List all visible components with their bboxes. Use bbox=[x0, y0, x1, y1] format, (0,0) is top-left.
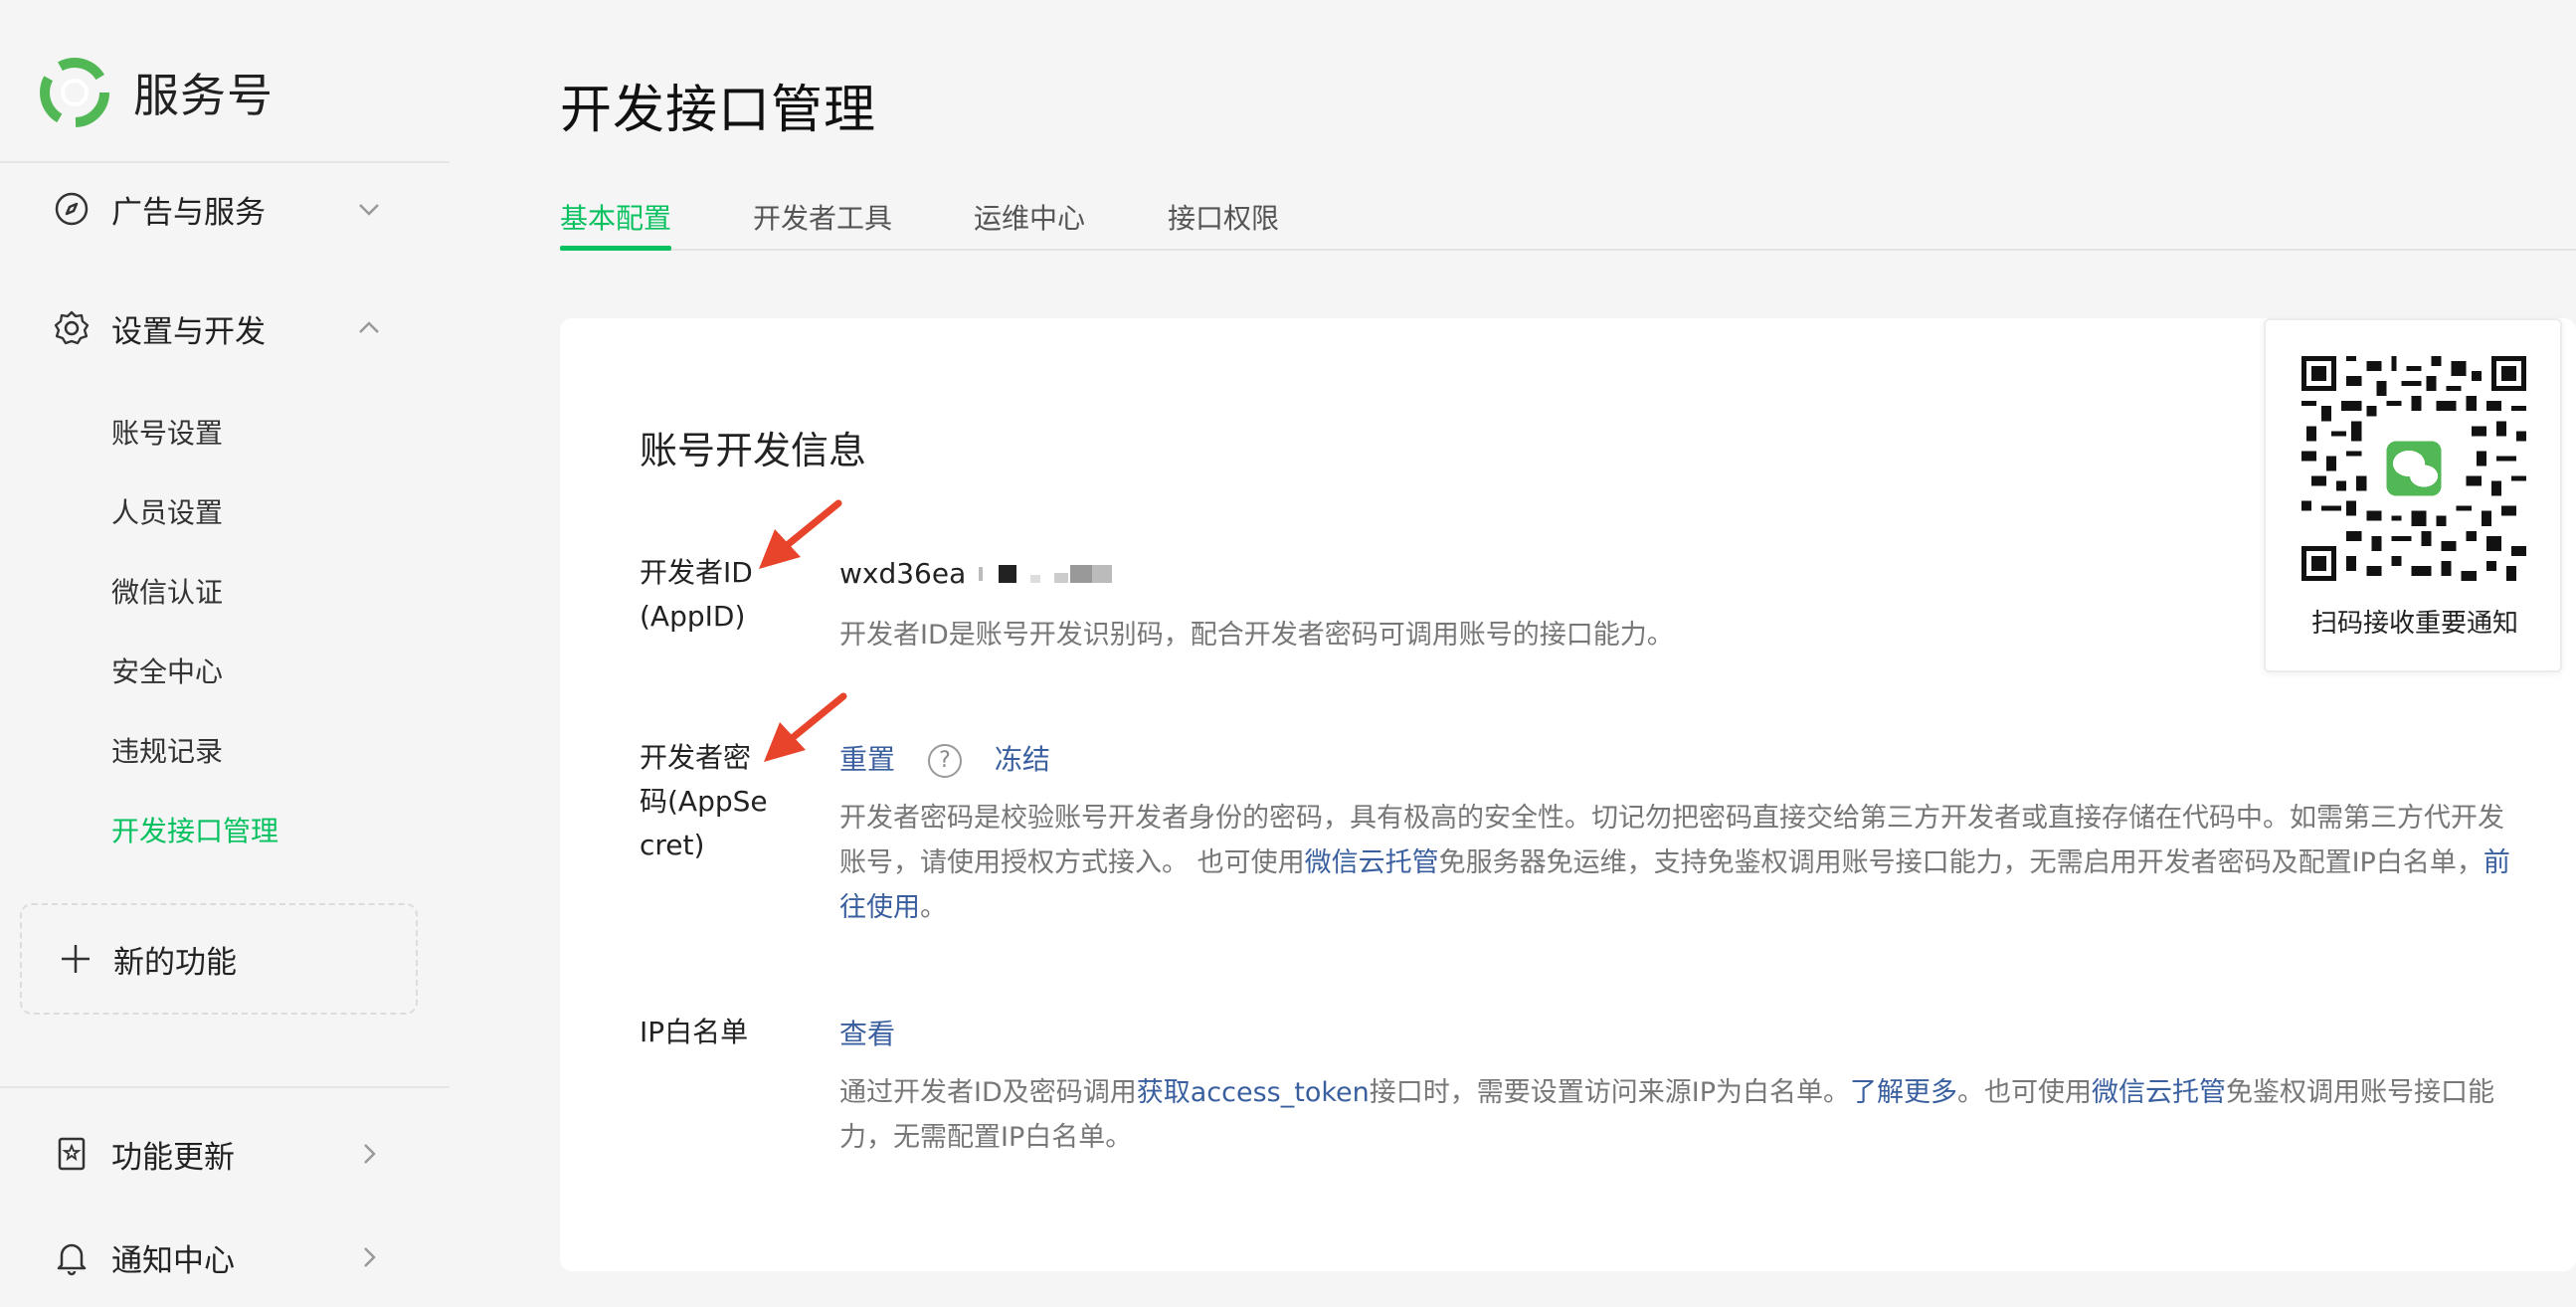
gear-icon bbox=[54, 310, 90, 345]
sidebar-item-security-center[interactable]: 安全中心 bbox=[111, 651, 223, 694]
nav-group-ads-services[interactable]: 广告与服务 bbox=[0, 169, 450, 249]
tab-interface-permissions[interactable]: 接口权限 bbox=[1168, 197, 1279, 249]
nav-item-label: 通知中心 bbox=[111, 1242, 235, 1279]
brand[interactable]: 服务号 bbox=[40, 56, 274, 129]
app-id-label-line: (AppID) bbox=[640, 600, 746, 633]
page-title: 开发接口管理 bbox=[560, 81, 877, 140]
new-function-button[interactable]: 新的功能 bbox=[20, 903, 418, 1015]
tab-developer-tools[interactable]: 开发者工具 bbox=[753, 197, 892, 249]
qr-code-icon bbox=[2301, 356, 2526, 581]
sidebar-item-wechat-verify[interactable]: 微信认证 bbox=[111, 571, 223, 615]
sidebar-item-dev-interface[interactable]: 开发接口管理 bbox=[111, 810, 278, 853]
nav-item-notification-center[interactable]: 通知中心 bbox=[0, 1217, 450, 1297]
desc-text: 接口时，需要设置访问来源IP为白名单。 bbox=[1369, 1077, 1850, 1108]
desc-text: 免服务器免运维，支持免鉴权调用账号接口能力，无需启用开发者密码及配置IP白名单， bbox=[1438, 847, 2484, 878]
sidebar-divider bbox=[0, 1086, 450, 1088]
sidebar-item-member-settings[interactable]: 人员设置 bbox=[111, 491, 223, 535]
wechat-cloud-hosting-link[interactable]: 微信云托管 bbox=[1305, 847, 1439, 878]
app-secret-description: 开发者密码是校验账号开发者身份的密码，具有极高的安全性。切记勿把密码直接交给第三… bbox=[839, 796, 2520, 930]
learn-more-link[interactable]: 了解更多 bbox=[1850, 1077, 1957, 1108]
sidebar-divider bbox=[0, 161, 450, 163]
chevron-right-icon bbox=[364, 1144, 376, 1164]
section-title: 账号开发信息 bbox=[640, 429, 867, 472]
redaction-blur bbox=[979, 565, 1113, 583]
nav-group-label: 广告与服务 bbox=[111, 194, 266, 231]
nav-item-label: 功能更新 bbox=[111, 1139, 235, 1176]
view-whitelist-link[interactable]: 查看 bbox=[839, 1018, 895, 1050]
chevron-up-icon bbox=[359, 321, 379, 333]
app-id-value: wxd36ea bbox=[839, 557, 1114, 590]
app-id-text: wxd36ea bbox=[839, 557, 967, 590]
nav-group-label: 设置与开发 bbox=[111, 313, 266, 350]
chevron-down-icon bbox=[359, 204, 379, 216]
nav-group-settings-dev[interactable]: 设置与开发 bbox=[0, 288, 450, 368]
tab-basic-config[interactable]: 基本配置 bbox=[560, 197, 672, 251]
help-icon[interactable]: ? bbox=[927, 744, 962, 778]
plus-icon bbox=[62, 945, 90, 973]
sidebar-item-violation-records[interactable]: 违规记录 bbox=[111, 730, 223, 774]
annotation-arrow-icon bbox=[759, 499, 842, 569]
ip-whitelist-label: IP白名单 bbox=[640, 1016, 749, 1048]
desc-text: 通过开发者ID及密码调用 bbox=[839, 1077, 1137, 1108]
update-book-icon bbox=[58, 1137, 86, 1171]
desc-text: 。 bbox=[920, 892, 947, 923]
wechat-cloud-hosting-link[interactable]: 微信云托管 bbox=[2092, 1077, 2226, 1108]
freeze-secret-link[interactable]: 冻结 bbox=[995, 743, 1050, 776]
qr-caption: 扫码接收重要通知 bbox=[2310, 609, 2518, 639]
service-account-logo-icon bbox=[40, 58, 109, 127]
new-function-label: 新的功能 bbox=[113, 944, 237, 981]
tab-ops-center[interactable]: 运维中心 bbox=[974, 197, 1085, 249]
nav-item-feature-updates[interactable]: 功能更新 bbox=[0, 1114, 450, 1194]
chevron-right-icon bbox=[364, 1247, 376, 1267]
app-secret-label-line: 码(AppSe bbox=[640, 785, 768, 818]
access-token-link[interactable]: 获取access_token bbox=[1137, 1077, 1370, 1108]
qr-notification-panel: 扫码接收重要通知 bbox=[2264, 318, 2562, 672]
sidebar: 服务号 广告与服务 设置与开发 账号设置 人员设置 微信认证 安全中心 违规记录… bbox=[0, 0, 450, 1307]
ip-whitelist-description: 通过开发者ID及密码调用获取access_token接口时，需要设置访问来源IP… bbox=[839, 1070, 2520, 1160]
brand-name: 服务号 bbox=[133, 69, 274, 122]
ip-whitelist-actions: 查看 bbox=[839, 1013, 895, 1052]
bell-icon bbox=[57, 1243, 87, 1276]
desc-text: 。也可使用 bbox=[1957, 1077, 2092, 1108]
app-secret-label-line: cret) bbox=[640, 829, 705, 861]
tab-bar: 基本配置 开发者工具 运维中心 接口权限 bbox=[560, 189, 2576, 251]
compass-icon bbox=[55, 192, 89, 226]
annotation-arrow-icon bbox=[764, 692, 847, 762]
app-secret-actions: 重置 ? 冻结 bbox=[839, 738, 1050, 778]
sidebar-item-account-settings[interactable]: 账号设置 bbox=[111, 412, 223, 456]
